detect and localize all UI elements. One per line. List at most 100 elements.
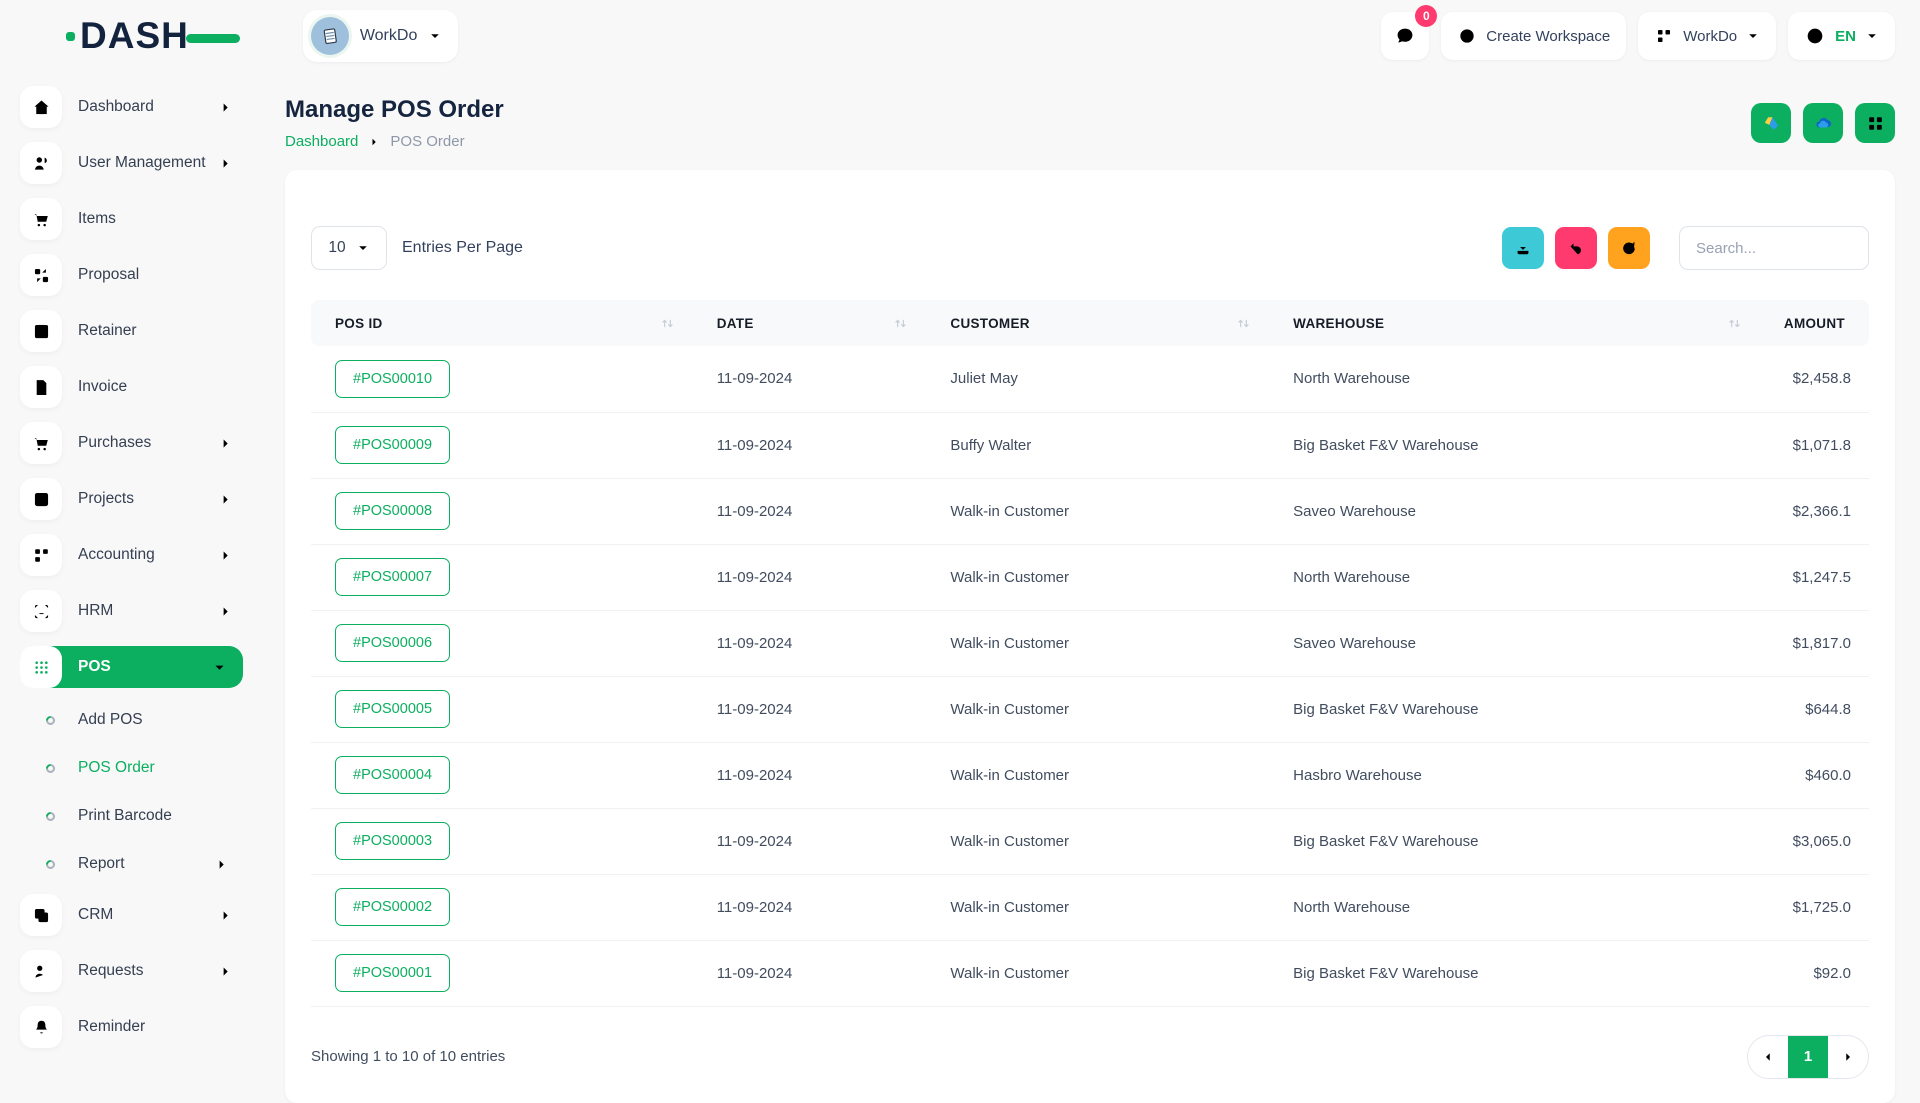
copy-icon [31,905,52,926]
cell-date: 11-09-2024 [693,610,927,676]
grid-plus-icon [1654,26,1674,46]
reset-button[interactable] [1555,227,1597,269]
sidebar-item-label: Proposal [78,266,139,284]
pos-id-badge[interactable]: #POS00008 [335,492,450,530]
table-row: #POS00001 11-09-2024 Walk-in Customer Bi… [311,940,1869,1006]
cell-customer: Buffy Walter [926,412,1269,478]
pos-id-badge[interactable]: #POS00001 [335,954,450,992]
sidebar-subitem-report[interactable]: Report [46,846,233,882]
check-square-icon [31,489,52,510]
pos-id-badge[interactable]: #POS00005 [335,690,450,728]
floppy-icon [31,321,52,342]
sidebar-subitem-print-barcode[interactable]: Print Barcode [46,798,233,834]
sidebar-item-label: Dashboard [78,98,154,116]
cell-date: 11-09-2024 [693,346,927,412]
prev-page-button[interactable] [1748,1036,1788,1078]
chevron-right-icon [218,492,233,507]
sort-icon[interactable] [1727,316,1742,331]
breadcrumb-current: POS Order [390,133,464,150]
grid-icon [1865,113,1886,134]
undo-icon [1566,238,1586,258]
sidebar-item-hrm[interactable]: HRM [20,590,243,632]
sidebar-item-reminder[interactable]: Reminder [20,1006,243,1048]
cell-customer: Walk-in Customer [926,478,1269,544]
cell-amount: $2,458.8 [1760,346,1869,412]
sidebar-subitem-add-pos[interactable]: Add POS [46,702,233,738]
sidebar-item-invoice[interactable]: Invoice [20,366,243,408]
cell-amount: $2,366.1 [1760,478,1869,544]
column-header-pos-id[interactable]: POS ID [311,300,693,346]
column-header-customer[interactable]: CUSTOMER [926,300,1269,346]
sidebar-item-retainer[interactable]: Retainer [20,310,243,352]
app-logo[interactable]: DASH [66,15,240,57]
sidebar-item-crm[interactable]: CRM [20,894,243,936]
bullet-icon [44,714,57,727]
pos-id-badge[interactable]: #POS00010 [335,360,450,398]
next-page-button[interactable] [1828,1036,1868,1078]
table-row: #POS00002 11-09-2024 Walk-in Customer No… [311,874,1869,940]
chevron-right-icon [218,436,233,451]
chevron-right-icon [218,156,233,171]
sidebar-subitem-label: Add POS [78,711,143,729]
pos-id-badge[interactable]: #POS00009 [335,426,450,464]
sidebar-item-pos[interactable]: POS [20,646,243,688]
sidebar-item-requests[interactable]: Requests [20,950,243,992]
pagination: 1 [1747,1035,1869,1079]
pos-id-badge[interactable]: #POS00002 [335,888,450,926]
chevron-right-icon [1841,1050,1855,1064]
grid-view-button[interactable] [1855,103,1895,143]
cell-amount: $92.0 [1760,940,1869,1006]
sort-icon[interactable] [1236,316,1251,331]
google-drive-button[interactable] [1751,103,1791,143]
entries-per-page-select[interactable]: 10 [311,226,387,270]
download-icon [1513,238,1533,258]
cell-customer: Juliet May [926,346,1269,412]
table-row: #POS00010 11-09-2024 Juliet May North Wa… [311,346,1869,412]
table-row: #POS00006 11-09-2024 Walk-in Customer Sa… [311,610,1869,676]
page-number-button[interactable]: 1 [1788,1036,1828,1078]
sidebar-item-label: Items [78,210,116,228]
sidebar-item-accounting[interactable]: Accounting [20,534,243,576]
sidebar-item-dashboard[interactable]: Dashboard [20,86,243,128]
chevron-right-icon [218,964,233,979]
users-icon [31,153,52,174]
topbar: DASH WorkDo 0 Create Workspace WorkDo [0,0,1920,72]
breadcrumb-dashboard-link[interactable]: Dashboard [285,133,358,150]
pos-order-table: POS IDDATECUSTOMERWAREHOUSEAMOUNT #POS00… [311,300,1869,1007]
language-selector[interactable]: EN [1788,12,1895,60]
sidebar-item-purchases[interactable]: Purchases [20,422,243,464]
cell-date: 11-09-2024 [693,808,927,874]
pos-id-badge[interactable]: #POS00004 [335,756,450,794]
building-icon [318,24,342,48]
pos-id-badge[interactable]: #POS00003 [335,822,450,860]
sidebar-item-projects[interactable]: Projects [20,478,243,520]
refresh-button[interactable] [1608,227,1650,269]
export-button[interactable] [1502,227,1544,269]
onedrive-button[interactable] [1803,103,1843,143]
messages-button[interactable]: 0 [1381,12,1429,60]
entries-per-page-value: 10 [328,239,345,257]
sort-icon[interactable] [893,316,908,331]
showing-entries-text: Showing 1 to 10 of 10 entries [311,1048,505,1065]
column-header-date[interactable]: DATE [693,300,927,346]
workspace-selector[interactable]: WorkDo [303,10,459,62]
cell-warehouse: Big Basket F&V Warehouse [1269,412,1760,478]
pos-id-badge[interactable]: #POS00007 [335,558,450,596]
column-header-warehouse[interactable]: WAREHOUSE [1269,300,1760,346]
chevron-right-icon [218,604,233,619]
sidebar-item-label: Accounting [78,546,155,564]
sidebar-item-items[interactable]: Items [20,198,243,240]
sidebar-subitem-pos-order[interactable]: POS Order [46,750,233,786]
cell-date: 11-09-2024 [693,676,927,742]
sidebar-item-proposal[interactable]: Proposal [20,254,243,296]
sort-icon[interactable] [660,316,675,331]
chevron-down-icon [212,660,227,675]
logo-text: DASH [80,15,189,57]
sidebar-item-user-management[interactable]: User Management [20,142,243,184]
search-input[interactable] [1679,226,1869,270]
pos-id-badge[interactable]: #POS00006 [335,624,450,662]
chevron-down-icon [1746,29,1760,43]
onedrive-icon [1813,113,1834,134]
workspace-menu-button[interactable]: WorkDo [1638,12,1776,60]
create-workspace-button[interactable]: Create Workspace [1441,12,1626,60]
